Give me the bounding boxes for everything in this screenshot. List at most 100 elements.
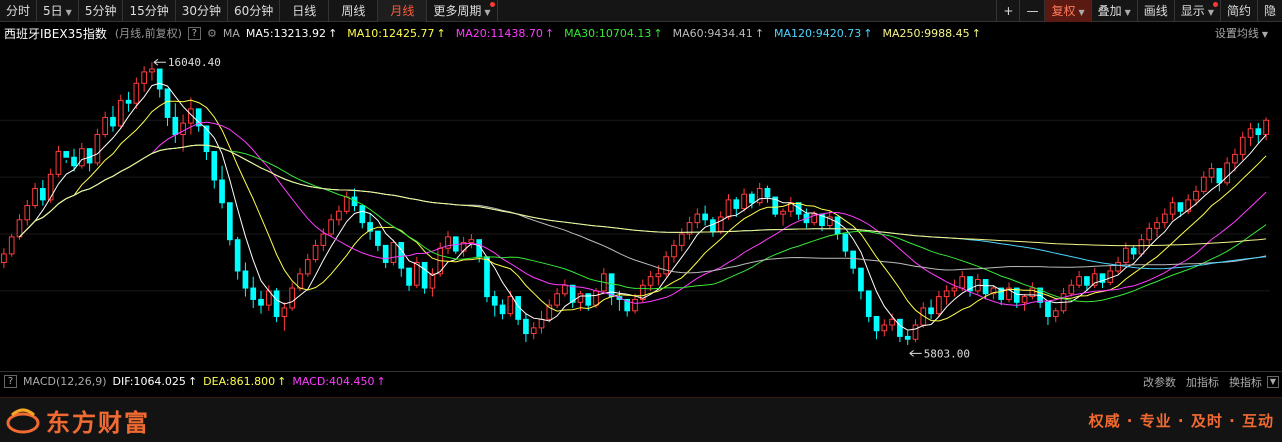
arrow-up-icon: ↑ [436, 26, 446, 40]
candle-body [842, 233, 849, 252]
candle-body [943, 290, 950, 298]
candle-body [86, 148, 93, 164]
candle-body [390, 242, 397, 263]
candle-body [211, 151, 218, 181]
candle-body [234, 239, 241, 272]
overlay-button[interactable]: 叠加 ▼ [1092, 0, 1138, 22]
candle-body [1224, 162, 1230, 184]
candle-body [1239, 136, 1246, 155]
macd-name: MACD(12,26,9) [23, 375, 107, 388]
candle-body [873, 315, 880, 332]
candle-body [1200, 176, 1207, 192]
candle-body [499, 304, 506, 315]
candle-body [733, 199, 740, 209]
candle-body [1154, 222, 1160, 229]
candle-body [1123, 247, 1129, 263]
candle-body [608, 273, 615, 298]
candle-body [250, 287, 257, 300]
candle-body [850, 250, 856, 269]
candle-body [1146, 227, 1153, 241]
candle-body [1, 253, 7, 263]
help-icon[interactable]: ? [4, 375, 17, 388]
set-ma-button[interactable]: 设置均线 ▼ [1215, 25, 1268, 41]
candle-body [47, 173, 54, 201]
tab-5min[interactable]: 5分钟 [79, 0, 124, 22]
candle-body [912, 324, 919, 340]
caret-down-icon: ▼ [1207, 8, 1214, 17]
candle-body [710, 219, 716, 232]
candle-body [328, 219, 334, 235]
zoom-out-button[interactable]: — [1020, 0, 1046, 22]
candle-body [593, 290, 599, 306]
tab-15min[interactable]: 15分钟 [123, 0, 176, 22]
gear-icon[interactable]: ⚙ [207, 27, 217, 40]
candle-body [1232, 153, 1238, 164]
add-indicator-link[interactable]: 加指标 [1186, 374, 1219, 390]
candle-body [312, 244, 319, 261]
candlestick-chart[interactable]: 16040.40 5803.00 [0, 44, 1282, 370]
candle-body [1076, 276, 1082, 286]
hide-button[interactable]: 隐 [1258, 0, 1282, 22]
candle-body [632, 298, 638, 312]
scroll-down-icon[interactable]: ▼ [1267, 375, 1279, 388]
candle-body [897, 318, 903, 337]
candle-body [242, 270, 249, 289]
candle-body [678, 233, 685, 246]
zoom-in-button[interactable]: + [996, 0, 1021, 22]
candle-body [94, 133, 101, 164]
help-icon[interactable]: ? [187, 26, 201, 40]
candle-body [117, 99, 124, 127]
candle-body [281, 307, 288, 317]
tab-60min[interactable]: 60分钟 [228, 0, 281, 22]
candle-body [63, 151, 70, 158]
candle-body [1107, 270, 1114, 283]
candle-body [110, 116, 116, 127]
draw-line-button[interactable]: 画线 [1138, 0, 1175, 22]
dif-value: DIF:1064.025 [112, 375, 186, 388]
ma-label: MA [222, 26, 240, 40]
arrow-up-icon: ↑ [971, 26, 981, 40]
set-ma-label: 设置均线 [1214, 27, 1259, 40]
tab-more-periods[interactable]: 更多周期 ▼ [427, 0, 498, 22]
candle-body [530, 327, 537, 335]
candle-body [507, 296, 514, 315]
edit-params-link[interactable]: 改参数 [1143, 374, 1176, 390]
candle-body [227, 202, 233, 241]
ma10-value: MA10:12425.77 [347, 26, 435, 40]
candle-body [359, 205, 366, 224]
candle-body [523, 318, 529, 335]
candle-body [538, 318, 545, 329]
candle-body [1052, 310, 1059, 317]
candle-body [421, 261, 428, 289]
ma5-value: MA5:13213.92 [245, 26, 327, 40]
ma30-value: MA30:10704.13 [564, 26, 652, 40]
tab-intraday[interactable]: 分时 [0, 0, 38, 22]
candle-body [141, 71, 147, 84]
arrow-up-icon: ↑ [277, 375, 287, 388]
candle-body [865, 290, 872, 317]
app-window: 分时 5日 ▼ 5分钟 15分钟 30分钟 60分钟 日线 周线 月线 更多周期 ▼… [0, 0, 1282, 442]
candle-body [1130, 247, 1137, 255]
candle-body [671, 244, 677, 258]
macd-links: 改参数 加指标 换指标 [1143, 374, 1262, 390]
switch-indicator-link[interactable]: 换指标 [1229, 374, 1262, 390]
candle-body [219, 179, 225, 204]
tab-30min[interactable]: 30分钟 [176, 0, 229, 22]
tab-daily[interactable]: 日线 [280, 0, 330, 22]
caret-down-icon: ▼ [484, 8, 491, 17]
candle-body [16, 219, 23, 238]
candle-body [55, 151, 62, 175]
candle-body [289, 287, 296, 309]
tab-5day[interactable]: 5日 ▼ [37, 0, 79, 22]
candle-body [491, 296, 498, 306]
candle-body [1045, 301, 1051, 317]
candle-body [375, 230, 381, 246]
tab-weekly[interactable]: 周线 [329, 0, 379, 22]
display-button[interactable]: 显示 ▼ [1175, 0, 1221, 22]
adjust-rights-button[interactable]: 复权 ▼ [1045, 0, 1092, 22]
candle-body [258, 298, 264, 306]
arrow-up-icon: ↑ [754, 26, 765, 40]
tab-monthly[interactable]: 月线 [378, 0, 428, 22]
simple-mode-button[interactable]: 简约 [1221, 0, 1258, 22]
candle-body [889, 318, 895, 326]
